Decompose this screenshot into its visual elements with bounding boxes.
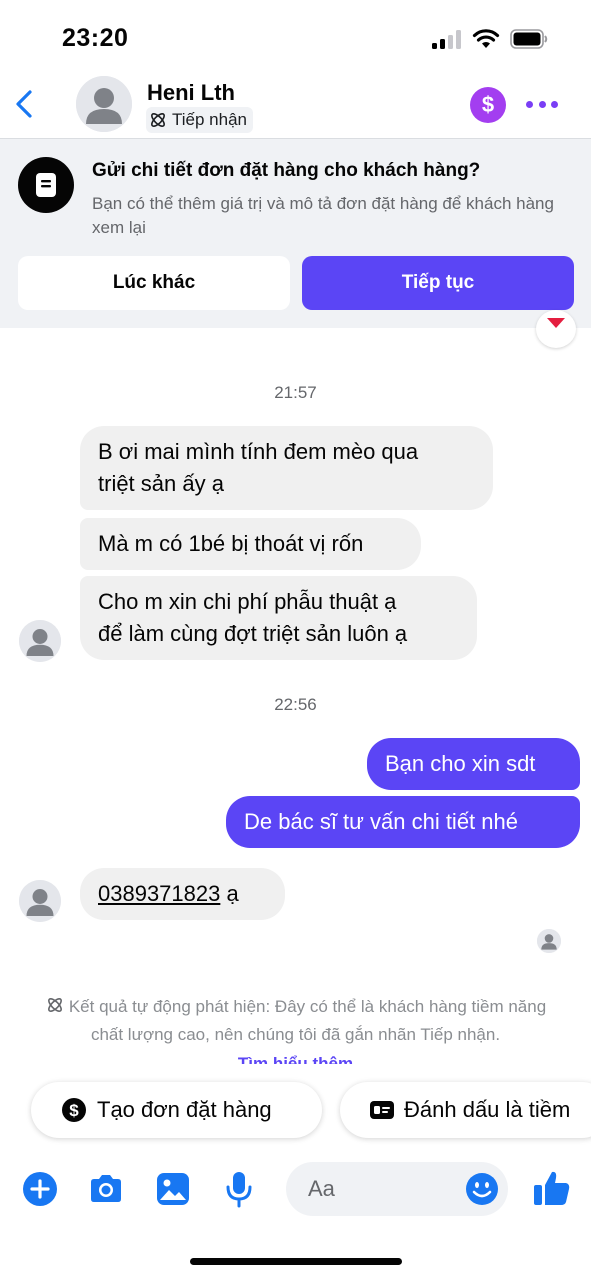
ai-tag-icon [151, 113, 165, 127]
avatar-icon [76, 76, 132, 132]
heart-icon [547, 318, 565, 328]
home-indicator [190, 1258, 402, 1265]
avatar[interactable] [19, 880, 61, 922]
reaction-badge [536, 310, 576, 348]
later-button[interactable]: Lúc khác [18, 256, 290, 310]
tag-label: Tiếp nhận [172, 110, 247, 129]
message-line: Cho m xin chi phí phẫu thuật ạ [98, 589, 397, 614]
phone-link[interactable]: 0389371823 [98, 881, 220, 906]
mic-icon[interactable] [220, 1170, 258, 1208]
create-order-button[interactable]: $ Tạo đơn đặt hàng [31, 1082, 322, 1138]
message-suffix: ạ [220, 881, 239, 906]
timestamp: 22:56 [274, 695, 317, 714]
avatar[interactable] [19, 620, 61, 662]
avatar-icon [537, 929, 561, 953]
notice-text: Kết quả tự động phát hiện: Đây có thể là… [68, 997, 547, 1044]
tag-card-icon [370, 1101, 394, 1119]
learn-more-link[interactable]: Tìm hiểu thêm [0, 1050, 591, 1064]
message-line: để làm cùng đợt triệt sản luôn ạ [98, 621, 408, 646]
message-line: De bác sĩ tư vấn chi tiết nhé [244, 809, 518, 834]
continue-button[interactable]: Tiếp tục [302, 256, 574, 310]
avatar-icon [19, 880, 61, 922]
message-line: 0389371823 ạ [98, 878, 267, 910]
status-time: 23:20 [62, 24, 129, 52]
chat-header: Heni Lth Tiếp nhận $ [0, 76, 591, 138]
avatar-icon [19, 620, 61, 662]
signal-icon [432, 30, 464, 49]
contact-tag[interactable]: Tiếp nhận [146, 107, 253, 133]
message-line: B ơi mai mình tính đem mèo qua [98, 439, 419, 464]
contact-name[interactable]: Heni Lth [147, 80, 235, 106]
message-bubble[interactable]: De bác sĩ tư vấn chi tiết nhé [226, 796, 580, 848]
dollar-icon[interactable]: $ [470, 87, 506, 123]
message-input[interactable]: Aa [286, 1162, 508, 1216]
auto-detect-notice: Kết quả tự động phát hiện: Đây có thể là… [30, 993, 561, 1049]
more-icon[interactable] [526, 94, 558, 114]
message-line: Bạn cho xin sdt [385, 751, 536, 776]
message-bubble[interactable]: Cho m xin chi phí phẫu thuật ạ để làm cù… [80, 576, 477, 660]
message-bubble[interactable]: 0389371823 ạ [80, 868, 285, 920]
message-bubble[interactable]: Bạn cho xin sdt [367, 738, 580, 790]
seen-receipt-avatar [537, 929, 561, 953]
back-icon[interactable] [8, 84, 42, 124]
message-bubble[interactable]: Mà m có 1bé bị thoát vị rốn [80, 518, 421, 570]
message-bubble[interactable]: B ơi mai mình tính đem mèo qua triệt sản… [80, 426, 493, 510]
banner-description: Bạn có thể thêm giá trị và mô tả đơn đặt… [92, 194, 554, 237]
create-order-label: Tạo đơn đặt hàng [97, 1097, 272, 1122]
svg-text:$: $ [69, 1101, 79, 1120]
timestamp: 21:57 [274, 383, 317, 402]
dollar-icon: $ [61, 1097, 87, 1123]
battery-icon [510, 29, 548, 49]
banner-title: Gửi chi tiết đơn đặt hàng cho khách hàng… [92, 160, 481, 181]
status-bar: 23:20 [0, 0, 591, 76]
mark-potential-button[interactable]: Đánh dấu là tiềm [340, 1082, 591, 1138]
message-line: Mà m có 1bé bị thoát vị rốn [98, 531, 364, 556]
avatar[interactable] [76, 76, 132, 132]
wifi-icon [472, 29, 500, 48]
ai-tag-icon [47, 998, 62, 1012]
message-line: triệt sản ấy ạ [98, 471, 224, 496]
message-input-placeholder: Aa [308, 1176, 335, 1201]
emoji-icon[interactable] [464, 1171, 500, 1207]
camera-icon[interactable] [87, 1170, 125, 1208]
like-icon[interactable] [532, 1168, 572, 1208]
order-icon [18, 157, 74, 213]
plus-icon[interactable] [21, 1170, 59, 1208]
image-icon[interactable] [154, 1170, 192, 1208]
order-prompt-banner: Gửi chi tiết đơn đặt hàng cho khách hàng… [0, 138, 591, 328]
mark-potential-label: Đánh dấu là tiềm [404, 1097, 571, 1122]
